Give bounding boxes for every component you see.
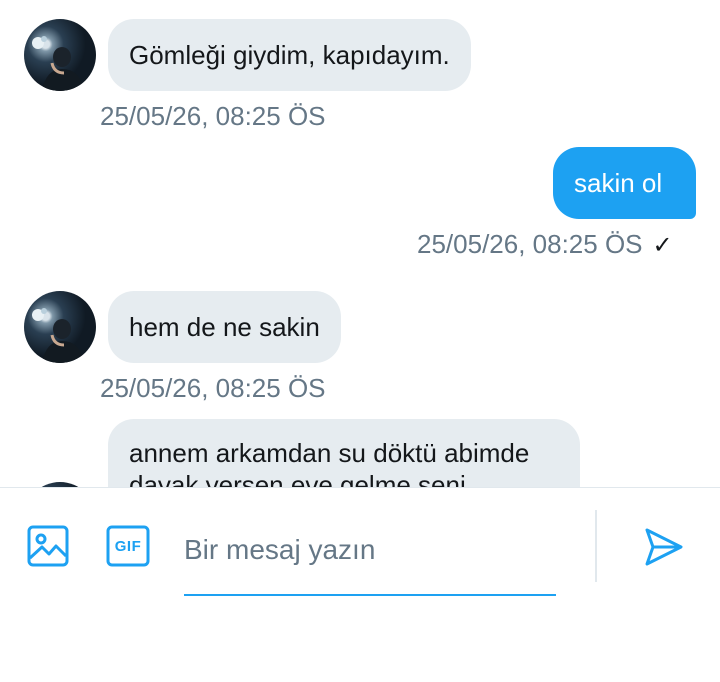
sent-message-meta: 25/05/26, 08:25 ÖS ✓ <box>417 229 673 261</box>
direct-message-screen: Gömleği giydim, kapıdayım. 25/05/26, 08:… <box>0 0 720 682</box>
message-timestamp: 25/05/26, 08:25 ÖS <box>417 229 643 259</box>
send-icon[interactable] <box>642 525 686 569</box>
received-message-bubble[interactable]: hem de ne sakin <box>108 291 341 363</box>
message-text: hem de ne sakin <box>129 312 320 342</box>
avatar[interactable] <box>24 291 96 363</box>
received-message-bubble[interactable]: annem arkamdan su döktü abimde dayak yer… <box>108 419 580 487</box>
gif-icon[interactable]: GIF <box>106 524 150 568</box>
message-text-line: dayak yersen eve gelme seni <box>129 470 466 487</box>
message-timestamp: 25/05/26, 08:25 ÖS <box>100 101 326 131</box>
composer-divider <box>595 510 597 582</box>
sent-message-bubble[interactable]: sakin ol <box>553 147 696 219</box>
image-icon[interactable] <box>26 524 70 568</box>
message-timestamp: 25/05/26, 08:25 ÖS <box>100 373 326 403</box>
message-composer: GIF <box>0 487 720 682</box>
message-input[interactable] <box>184 530 556 570</box>
message-text: sakin ol <box>574 168 663 198</box>
avatar[interactable] <box>24 19 96 91</box>
gif-label: GIF <box>114 537 142 555</box>
conversation-list[interactable]: Gömleği giydim, kapıdayım. 25/05/26, 08:… <box>0 0 720 487</box>
received-message-bubble[interactable]: Gömleği giydim, kapıdayım. <box>108 19 471 91</box>
message-text: Gömleği giydim, kapıdayım. <box>129 40 450 70</box>
check-icon: ✓ <box>652 232 673 259</box>
avatar-photo-icon <box>32 308 84 363</box>
message-input-wrapper[interactable] <box>184 510 556 596</box>
avatar-photo-icon <box>32 36 84 91</box>
message-text-line: annem arkamdan su döktü abimde <box>129 438 530 468</box>
